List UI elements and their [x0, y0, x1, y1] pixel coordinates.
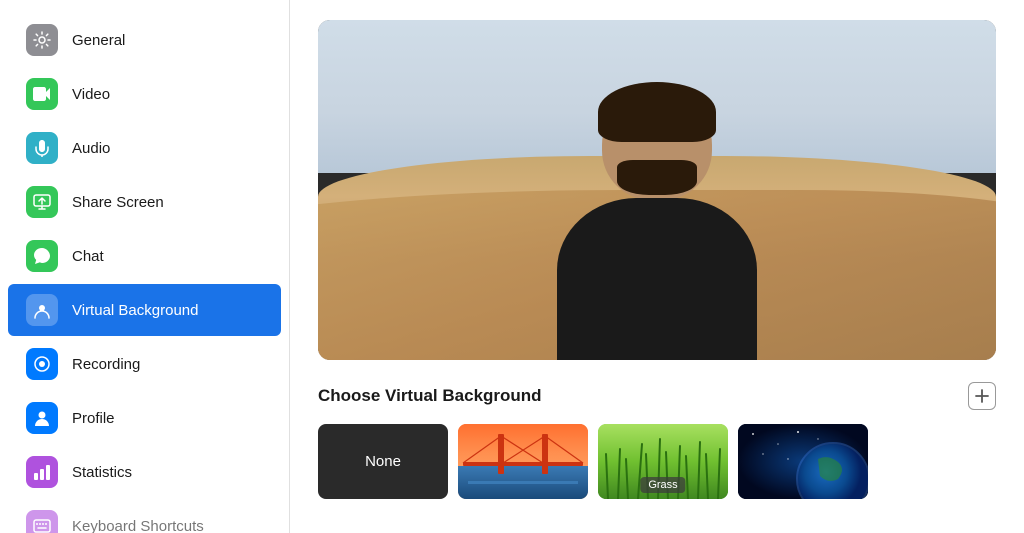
sidebar-item-profile[interactable]: Profile [8, 392, 281, 444]
general-icon [26, 24, 58, 56]
background-options: None [318, 424, 996, 499]
sidebar-item-share-screen[interactable]: Share Screen [8, 176, 281, 228]
sidebar-item-recording[interactable]: Recording [8, 338, 281, 390]
section-header: Choose Virtual Background [318, 382, 996, 410]
sidebar-item-chat[interactable]: Chat [8, 230, 281, 282]
bg-option-space[interactable] [738, 424, 868, 499]
add-background-button[interactable] [968, 382, 996, 410]
share-screen-icon [26, 186, 58, 218]
sidebar-item-general-label: General [72, 32, 125, 49]
person-beard [617, 160, 697, 195]
chat-icon [26, 240, 58, 272]
video-icon [26, 78, 58, 110]
sidebar-item-keyboard-shortcuts[interactable]: Keyboard Shortcuts [8, 500, 281, 533]
sidebar-item-statistics[interactable]: Statistics [8, 446, 281, 498]
sidebar-item-video-label: Video [72, 86, 110, 103]
keyboard-shortcuts-icon [26, 510, 58, 533]
sidebar-item-virtual-background[interactable]: Virtual Background [8, 284, 281, 336]
person-head [602, 90, 712, 200]
main-content: Choose Virtual Background None [290, 0, 1024, 533]
sidebar-item-keyboard-shortcuts-label: Keyboard Shortcuts [72, 518, 204, 533]
profile-icon [26, 402, 58, 434]
sidebar-item-statistics-label: Statistics [72, 464, 132, 481]
sidebar-item-recording-label: Recording [72, 356, 140, 373]
bg-option-bridge[interactable] [458, 424, 588, 499]
sidebar-item-audio[interactable]: Audio [8, 122, 281, 174]
sidebar-item-audio-label: Audio [72, 140, 110, 157]
person-figure [527, 80, 787, 360]
sidebar-item-general[interactable]: General [8, 14, 281, 66]
preview-background [318, 20, 996, 360]
person-body [557, 198, 757, 360]
bg-none-label: None [365, 453, 401, 470]
video-preview [318, 20, 996, 360]
bg-option-none[interactable]: None [318, 424, 448, 499]
sidebar-item-share-screen-label: Share Screen [72, 194, 164, 211]
recording-icon [26, 348, 58, 380]
sidebar-item-chat-label: Chat [72, 248, 104, 265]
sidebar: General Video Audio Sha [0, 0, 290, 533]
person-hair [598, 82, 716, 142]
audio-icon [26, 132, 58, 164]
sidebar-item-profile-label: Profile [72, 410, 115, 427]
sidebar-item-virtual-background-label: Virtual Background [72, 302, 198, 319]
sidebar-item-video[interactable]: Video [8, 68, 281, 120]
bg-option-grass[interactable]: Grass [598, 424, 728, 499]
grass-label: Grass [640, 477, 685, 493]
virtual-background-icon [26, 294, 58, 326]
section-title: Choose Virtual Background [318, 386, 542, 406]
statistics-icon [26, 456, 58, 488]
